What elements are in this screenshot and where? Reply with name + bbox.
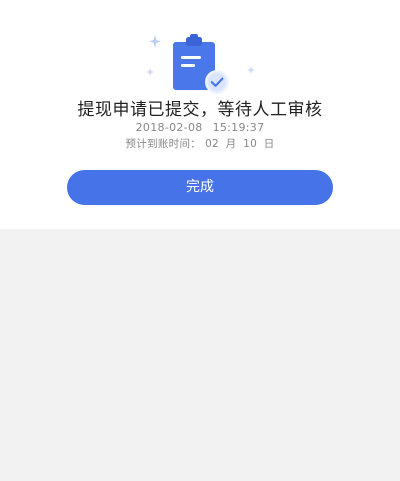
sparkle-icon	[146, 68, 154, 76]
eta-label: 预计到账时间：	[125, 138, 202, 150]
submitted-time: 15:19:37	[212, 121, 265, 134]
result-title: 提现申请已提交，等待人工审核	[77, 100, 323, 120]
sparkle-icon	[247, 66, 255, 74]
submitted-timestamp: 2018-02-08 15:19:37	[0, 120, 400, 136]
done-button[interactable]: 完成	[67, 170, 333, 205]
submitted-date: 2018-02-08	[135, 121, 203, 134]
estimated-arrival: 预计到账时间： 02 月 10 日	[0, 136, 400, 152]
result-card: 提现申请已提交，等待人工审核 2018-02-08 15:19:37 预计到账时间…	[0, 0, 400, 229]
sparkle-icon	[149, 35, 161, 48]
clipboard-check-icon	[143, 30, 261, 96]
eta-value: 02 月 10 日	[205, 138, 275, 150]
